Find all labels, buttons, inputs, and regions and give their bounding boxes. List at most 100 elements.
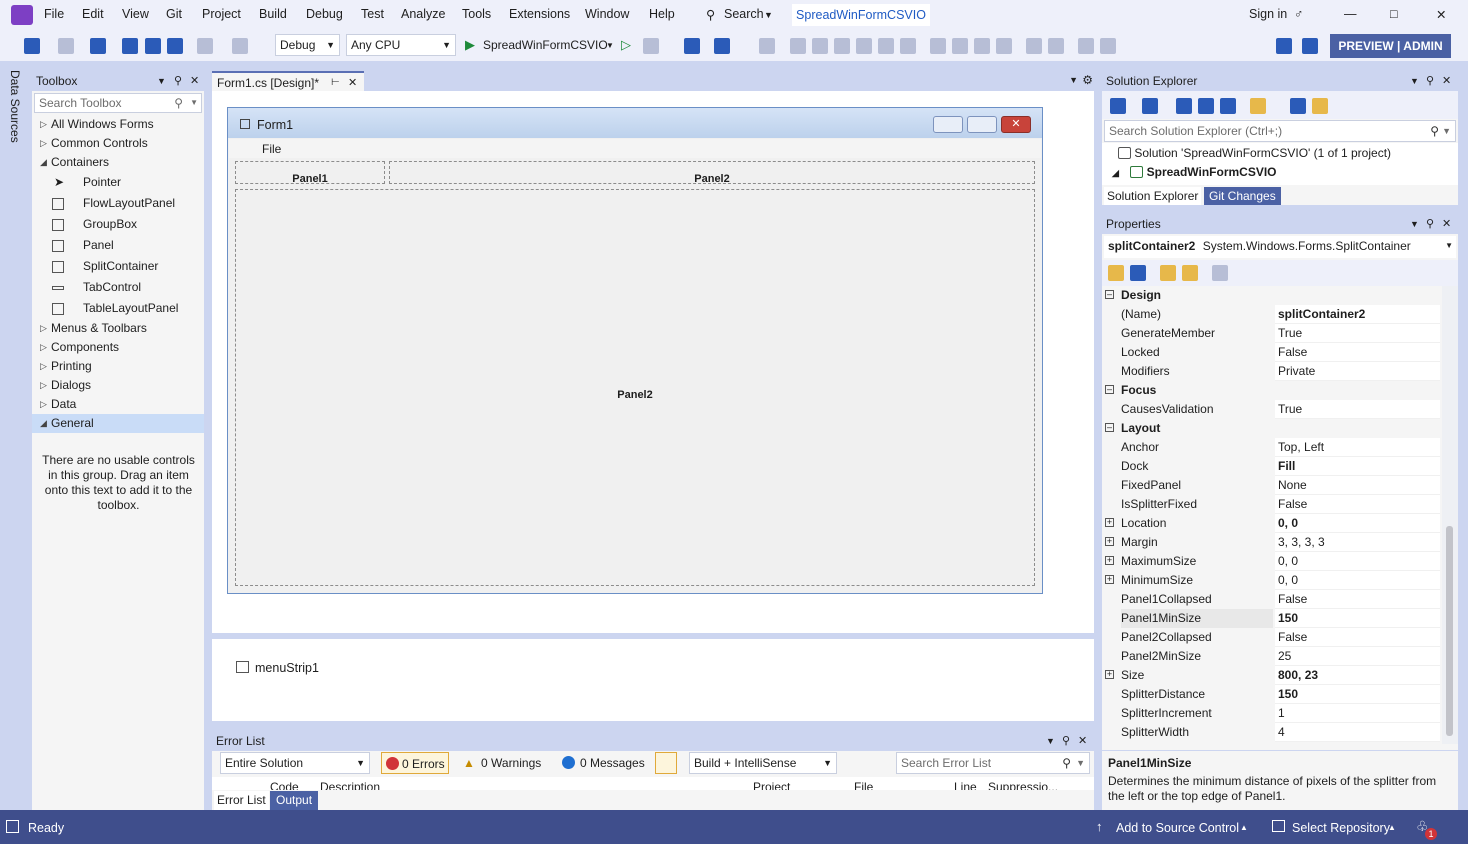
property-value[interactable]: True <box>1275 324 1440 343</box>
category-design[interactable]: – Design <box>1102 286 1440 305</box>
chevron-down-icon[interactable]: ▼ <box>1410 214 1419 234</box>
menu-analyze[interactable]: Analyze <box>401 7 445 21</box>
toolbox-group-all-windows-forms[interactable]: ▷ All Windows Forms <box>32 115 204 134</box>
property-value[interactable]: 1 <box>1275 704 1440 723</box>
tab-output[interactable]: Output <box>270 791 319 810</box>
tree-node-solution[interactable]: Solution 'SpreadWinFormCSVIO' (1 of 1 pr… <box>1118 146 1391 160</box>
feedback-icon[interactable] <box>1302 38 1318 54</box>
chevron-up-icon[interactable]: ▲ <box>1240 823 1248 832</box>
property-value[interactable]: 0, 0 <box>1275 552 1440 571</box>
property-row-causesvalidation[interactable]: CausesValidation True <box>1102 400 1440 419</box>
close-icon[interactable]: ✕ <box>1442 71 1451 91</box>
property-row-minimumsize[interactable]: + MinimumSize 0, 0 <box>1102 571 1440 590</box>
toolbox-group-general[interactable]: ◢ General <box>32 414 204 433</box>
grid-icon[interactable] <box>759 38 775 54</box>
horizontal-spacing-icon[interactable] <box>1026 38 1042 54</box>
maximize-icon[interactable]: □ <box>1390 7 1398 21</box>
menu-help[interactable]: Help <box>649 7 675 21</box>
events-lightning-icon[interactable] <box>1182 265 1198 281</box>
scrollbar-thumb[interactable] <box>1446 526 1453 736</box>
close-icon[interactable]: ✕ <box>1078 731 1087 751</box>
property-row-panel1collapsed[interactable]: Panel1Collapsed False <box>1102 590 1440 609</box>
layout-icon[interactable] <box>714 38 730 54</box>
property-row-locked[interactable]: Locked False <box>1102 343 1440 362</box>
select-repository-button[interactable]: Select Repository <box>1292 821 1390 835</box>
send-to-back-icon[interactable] <box>1100 38 1116 54</box>
expand-icon[interactable]: + <box>1105 537 1114 546</box>
menu-edit[interactable]: Edit <box>82 7 104 21</box>
gear-icon[interactable]: ⚙ <box>1082 73 1093 87</box>
chevron-down-icon[interactable]: ▼ <box>157 71 166 91</box>
open-icon[interactable] <box>122 38 138 54</box>
toolbox-item-tabcontrol[interactable]: TabControl <box>32 278 204 297</box>
property-value[interactable]: False <box>1275 343 1440 362</box>
tree-node-project[interactable]: ◢ SpreadWinFormCSVIO <box>1112 165 1277 179</box>
category-layout[interactable]: – Layout <box>1102 419 1440 438</box>
redo-icon[interactable] <box>232 38 248 54</box>
property-row-splitterdistance[interactable]: SplitterDistance 150 <box>1102 685 1440 704</box>
menu-project[interactable]: Project <box>202 7 241 21</box>
align-top-icon[interactable] <box>856 38 872 54</box>
history-icon[interactable] <box>1142 98 1158 114</box>
toolbox-group-printing[interactable]: ▷ Printing <box>32 357 204 376</box>
property-row-margin[interactable]: + Margin 3, 3, 3, 3 <box>1102 533 1440 552</box>
back-icon[interactable] <box>24 38 40 54</box>
expand-icon[interactable]: + <box>1105 575 1114 584</box>
property-row-size[interactable]: + Size 800, 23 <box>1102 666 1440 685</box>
chevron-down-icon[interactable]: ▼ <box>1046 731 1055 751</box>
chevron-down-icon[interactable]: ▼ <box>1410 71 1419 91</box>
align-left-icon[interactable] <box>790 38 806 54</box>
split-panel2-top[interactable]: Panel2 <box>389 161 1035 185</box>
same-height-icon[interactable] <box>952 38 968 54</box>
menu-view[interactable]: View <box>122 7 149 21</box>
close-icon[interactable]: ✕ <box>190 71 199 91</box>
property-row-maximumsize[interactable]: + MaximumSize 0, 0 <box>1102 552 1440 571</box>
home-icon[interactable] <box>1110 98 1126 114</box>
split-panel1[interactable]: Panel1 <box>235 161 385 185</box>
form-menu-file[interactable]: File <box>262 142 281 156</box>
hot-reload-icon[interactable] <box>643 38 659 54</box>
build-filter-select[interactable]: Build + IntelliSense ▼ <box>689 752 837 774</box>
menu-window[interactable]: Window <box>585 7 629 21</box>
property-row-anchor[interactable]: Anchor Top, Left <box>1102 438 1440 457</box>
align-bottom-icon[interactable] <box>900 38 916 54</box>
align-middle-icon[interactable] <box>878 38 894 54</box>
search-icon[interactable]: ⚲ <box>174 94 183 112</box>
show-all-files-icon[interactable] <box>1220 98 1236 114</box>
property-row-panel2minsize[interactable]: Panel2MinSize 25 <box>1102 647 1440 666</box>
toolbox-search-input[interactable]: Search Toolbox ⚲ ▼ <box>34 93 202 113</box>
form-maximize-icon[interactable] <box>967 116 997 133</box>
menu-test[interactable]: Test <box>361 7 384 21</box>
wrench-icon[interactable] <box>1290 98 1306 114</box>
categorized-icon[interactable] <box>1108 265 1124 281</box>
toolbox-item-tablelayoutpanel[interactable]: TableLayoutPanel <box>32 299 204 318</box>
property-row-location[interactable]: + Location 0, 0 <box>1102 514 1440 533</box>
property-row-fixedpanel[interactable]: FixedPanel None <box>1102 476 1440 495</box>
property-value[interactable]: False <box>1275 590 1440 609</box>
expand-icon[interactable]: + <box>1105 670 1114 679</box>
pin-icon[interactable]: ⚲ <box>1062 731 1070 751</box>
pin-icon[interactable]: ⚲ <box>1426 214 1434 234</box>
toolbox-item-panel[interactable]: Panel <box>32 236 204 255</box>
configuration-select[interactable]: Debug ▼ <box>275 34 340 56</box>
forward-icon[interactable] <box>58 38 74 54</box>
size-to-grid-icon[interactable] <box>996 38 1012 54</box>
add-to-source-control-button[interactable]: Add to Source Control <box>1116 821 1239 835</box>
chevron-down-icon[interactable]: ▼ <box>606 41 614 50</box>
property-value[interactable]: None <box>1275 476 1440 495</box>
preview-selected-icon[interactable] <box>1312 98 1328 114</box>
tray-item-menustrip1[interactable]: menuStrip1 <box>255 661 319 675</box>
column-file[interactable]: File <box>854 780 873 790</box>
tab-solution-explorer[interactable]: Solution Explorer <box>1104 187 1202 205</box>
save-icon[interactable] <box>145 38 161 54</box>
property-row-modifiers[interactable]: Modifiers Private <box>1102 362 1440 381</box>
search-icon[interactable]: ⚲ <box>1430 121 1439 141</box>
menu-file[interactable]: File <box>44 7 64 21</box>
property-row-name[interactable]: (Name) splitContainer2 <box>1102 305 1440 324</box>
category-focus[interactable]: – Focus <box>1102 381 1440 400</box>
property-value[interactable]: Top, Left <box>1275 438 1440 457</box>
menu-git[interactable]: Git <box>166 7 182 21</box>
platform-select[interactable]: Any CPU ▼ <box>346 34 456 56</box>
column-project[interactable]: Project <box>753 780 790 790</box>
form-minimize-icon[interactable] <box>933 116 963 133</box>
